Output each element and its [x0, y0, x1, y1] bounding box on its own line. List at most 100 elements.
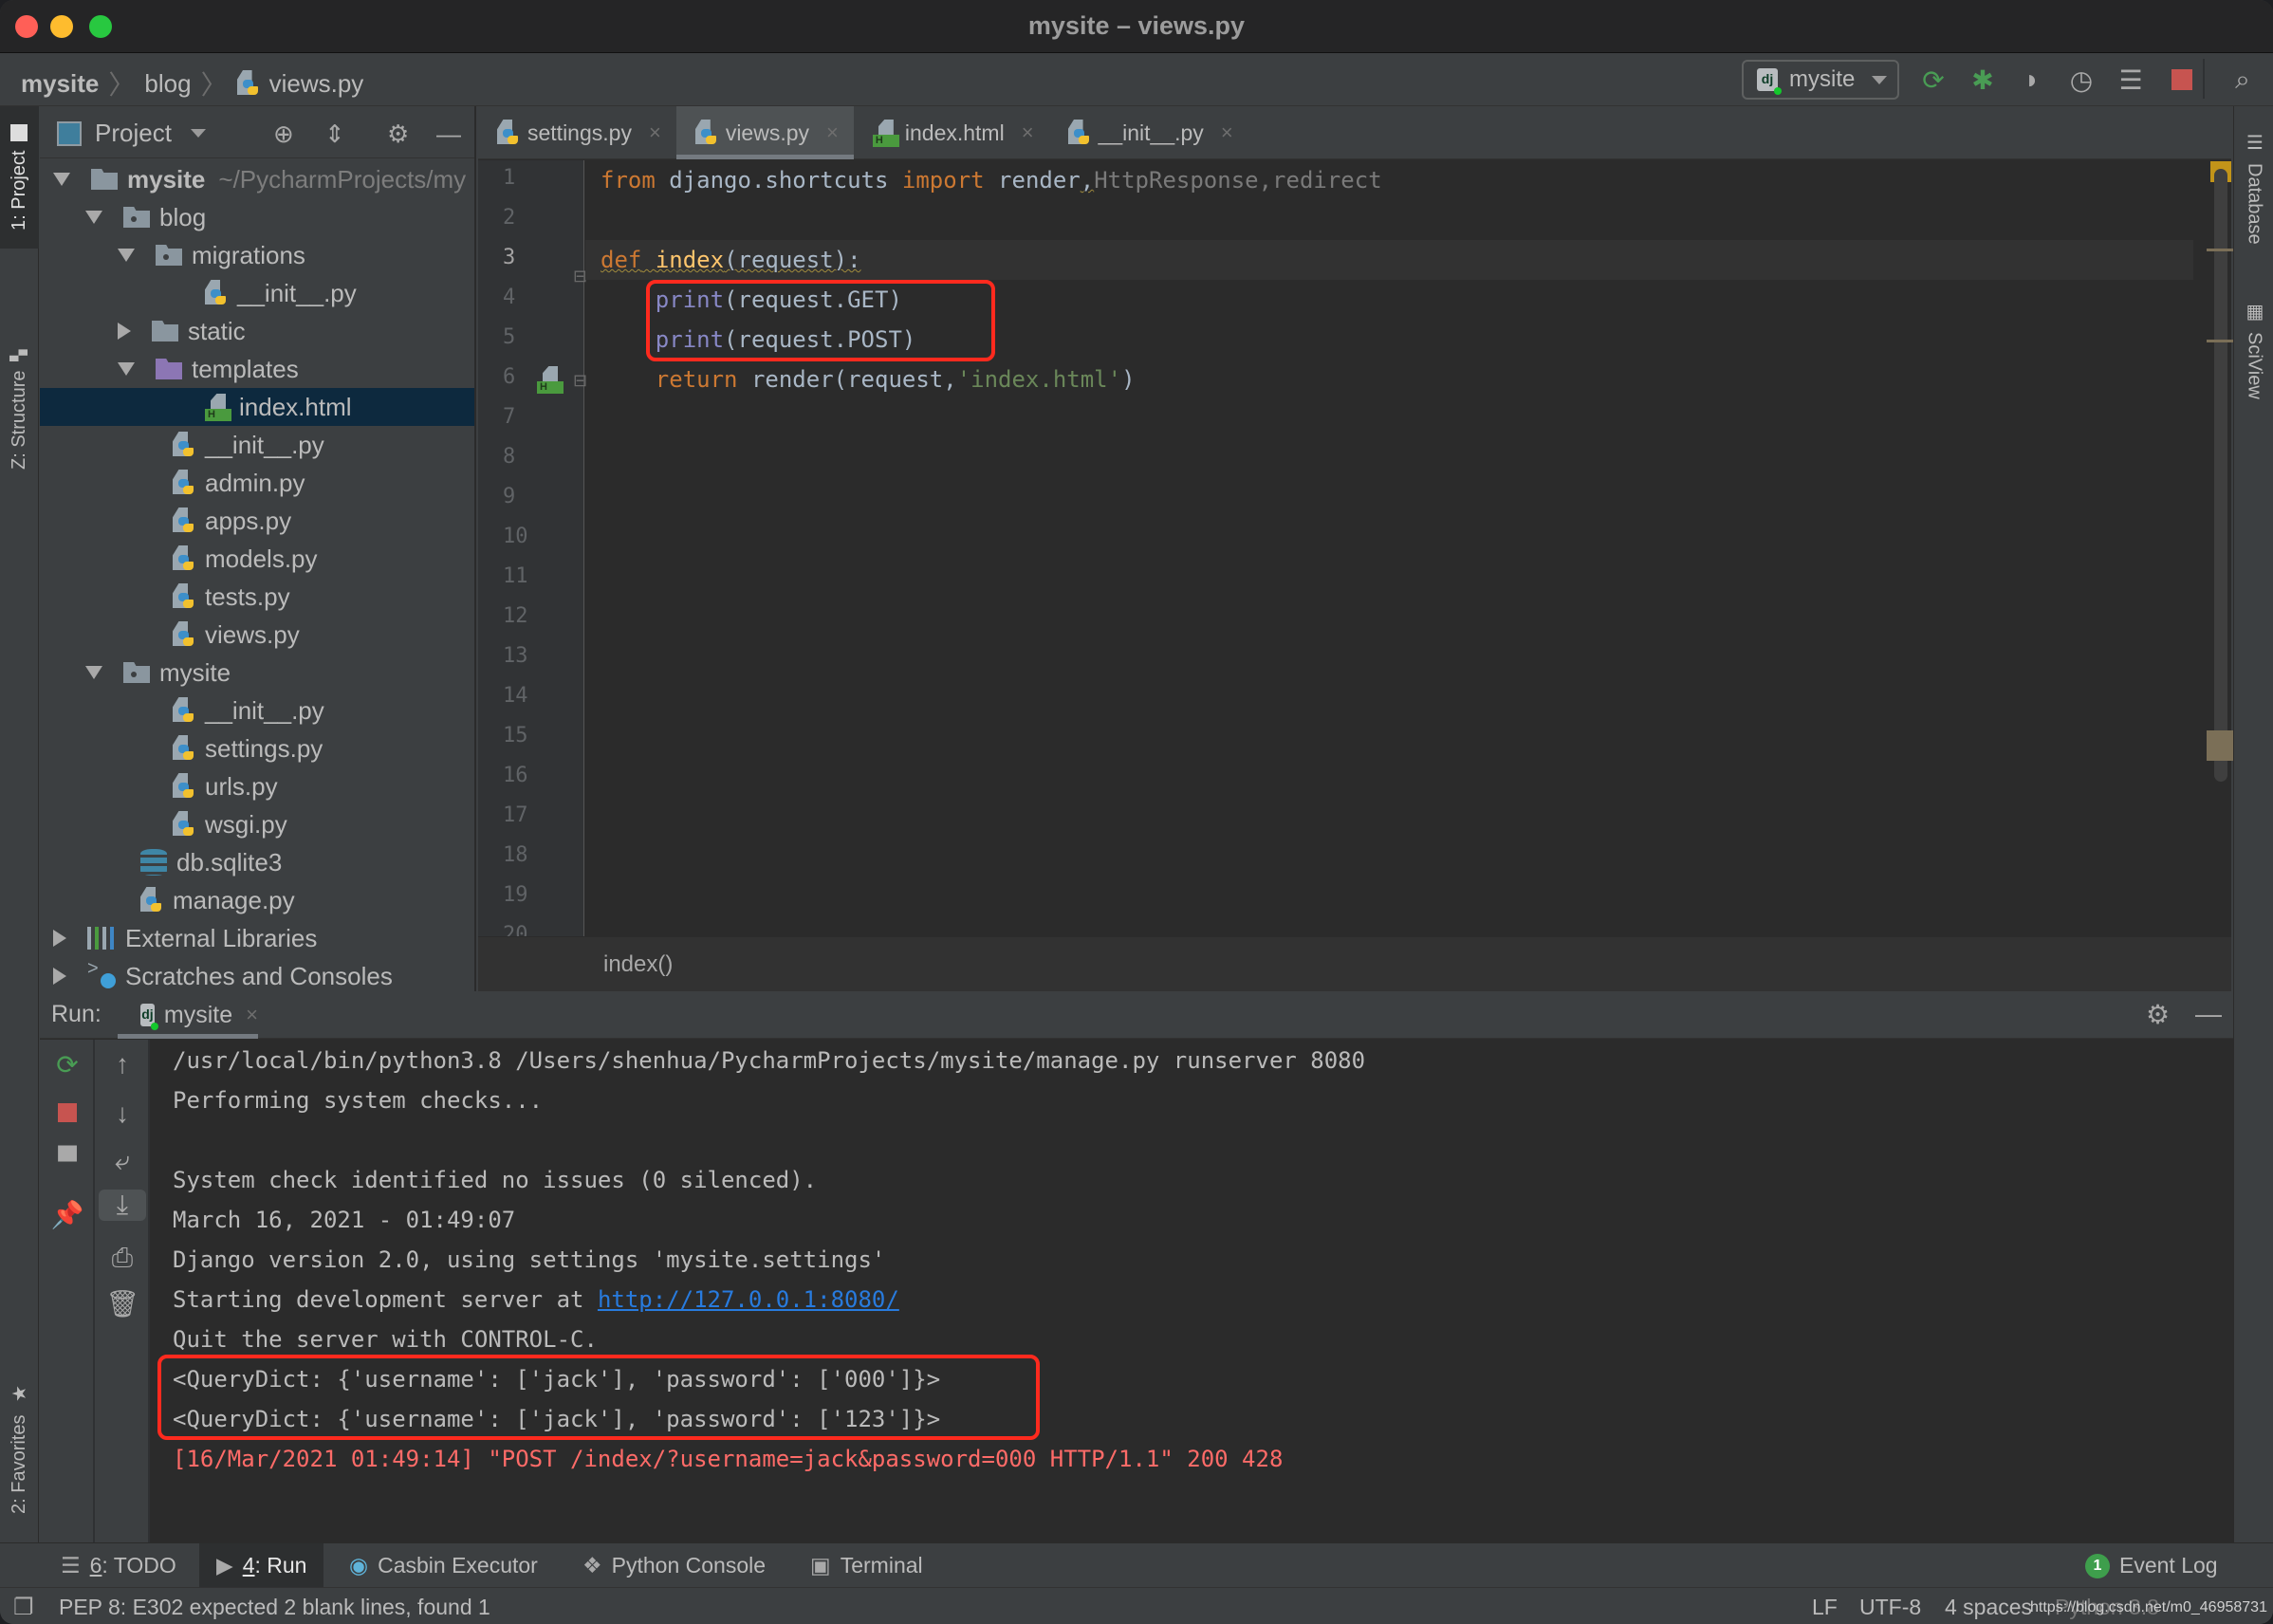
chevron-down-icon[interactable]: [53, 173, 70, 186]
chevron-right-icon[interactable]: [118, 323, 131, 340]
line-separator[interactable]: LF: [1812, 1595, 1838, 1620]
editor-tab[interactable]: __init__.py ×: [1049, 106, 1248, 159]
chevron-down-icon[interactable]: [118, 362, 135, 376]
stop-icon[interactable]: [2167, 65, 2197, 95]
tree-item[interactable]: static: [40, 312, 474, 350]
coverage-icon[interactable]: ◗: [2017, 65, 2047, 95]
tree-item[interactable]: mysite: [40, 654, 474, 692]
tab-project[interactable]: 1: Project: [0, 106, 39, 249]
rerun-icon[interactable]: ⟳: [1918, 65, 1949, 95]
chevron-down-icon[interactable]: [85, 666, 102, 679]
gear-icon[interactable]: ⚙: [387, 120, 409, 149]
soft-wrap-icon[interactable]: ⤶: [95, 1146, 150, 1177]
project-view-select[interactable]: Project: [57, 119, 206, 148]
print-icon[interactable]: ⎙: [95, 1243, 150, 1274]
tree-item[interactable]: db.sqlite3: [40, 843, 474, 881]
tab-favorites[interactable]: 2: Favorites ★: [0, 1358, 39, 1539]
tree-item[interactable]: External Libraries: [40, 919, 474, 957]
tree-item[interactable]: settings.py: [40, 729, 474, 767]
bottom-tab[interactable]: ☰ 6: TODO: [44, 1543, 194, 1588]
console-line: /usr/local/bin/python3.8 /Users/shenhua/…: [173, 1047, 1366, 1074]
tree-item[interactable]: mysite ~/PycharmProjects/my: [40, 160, 474, 198]
chevron-right-icon[interactable]: [53, 968, 66, 985]
function-breadcrumb[interactable]: index(): [603, 951, 673, 978]
tree-item[interactable]: migrations: [40, 236, 474, 274]
python-file-icon: [173, 470, 195, 496]
tree-item[interactable]: __init__.py: [40, 274, 474, 312]
tab-database[interactable]: ☰ Database: [2234, 123, 2273, 245]
tree-item[interactable]: wsgi.py: [40, 805, 474, 843]
editor-scrollbar[interactable]: [2214, 169, 2227, 782]
tree-item[interactable]: __init__.py: [40, 426, 474, 464]
left-tool-strip: 1: Project Z: Structure ▚ 2: Favorites ★: [0, 106, 39, 1542]
editor-tab[interactable]: views.py ×: [675, 106, 854, 159]
concurrency-icon[interactable]: ☰: [2116, 65, 2146, 95]
locate-icon[interactable]: ⊕: [273, 120, 294, 149]
line-number: 2: [503, 206, 516, 230]
toolbar-divider: [2203, 59, 2205, 99]
toggle-tool-windows-icon[interactable]: ❐: [13, 1594, 34, 1621]
tree-item[interactable]: Hindex.html: [40, 388, 474, 426]
bottom-tab[interactable]: ❖ Python Console: [565, 1543, 783, 1588]
bottom-tab-label: : TODO: [102, 1553, 176, 1578]
server-url-link[interactable]: http://127.0.0.1:8080/: [598, 1286, 899, 1313]
python-file-icon: [236, 70, 260, 97]
arrow-down-icon[interactable]: ↓: [95, 1098, 150, 1129]
indent-setting[interactable]: 4 spaces: [1945, 1595, 2032, 1620]
tree-item[interactable]: apps.py: [40, 502, 474, 540]
tree-item[interactable]: tests.py: [40, 578, 474, 616]
bottom-tab[interactable]: ▶ 4: Run: [199, 1543, 324, 1588]
tree-item-label: static: [188, 316, 246, 345]
tree-item[interactable]: blog: [40, 198, 474, 236]
editor-tabs: settings.py × views.py × Hindex.html × __init_…: [478, 106, 2231, 159]
console-output[interactable]: /usr/local/bin/python3.8 /Users/shenhua/…: [152, 1040, 2233, 1542]
run-tab-mysite[interactable]: dj mysite ×: [118, 991, 258, 1039]
tree-item[interactable]: Scratches and Consoles: [40, 957, 474, 995]
editor-tab[interactable]: Hindex.html ×: [854, 106, 1049, 159]
close-icon[interactable]: ×: [826, 120, 839, 145]
breadcrumb-project[interactable]: mysite: [21, 69, 99, 99]
tree-item[interactable]: admin.py: [40, 464, 474, 502]
close-icon[interactable]: ×: [1022, 120, 1034, 145]
code-area[interactable]: from django.shortcuts import render,Http…: [585, 160, 2193, 936]
hide-panel-icon[interactable]: —: [2195, 999, 2222, 1029]
file-encoding[interactable]: UTF-8: [1859, 1595, 1921, 1620]
close-icon[interactable]: ×: [246, 1003, 258, 1027]
breadcrumb-folder[interactable]: blog: [144, 69, 191, 99]
tree-item[interactable]: models.py: [40, 540, 474, 578]
run-configuration-select[interactable]: dj mysite: [1742, 60, 1899, 100]
close-icon[interactable]: ×: [1221, 120, 1233, 145]
gear-icon[interactable]: ⚙: [2146, 999, 2170, 1030]
debug-icon[interactable]: ✱: [1968, 65, 1998, 95]
tree-item[interactable]: urls.py: [40, 767, 474, 805]
close-icon[interactable]: ×: [649, 120, 661, 145]
bottom-tab[interactable]: ▣ Terminal: [793, 1543, 940, 1588]
tree-item[interactable]: templates: [40, 350, 474, 388]
tree-item-label: admin.py: [205, 468, 305, 497]
chevron-down-icon[interactable]: [118, 249, 135, 262]
pin-icon[interactable]: 📌: [40, 1199, 95, 1230]
python-file-icon: [173, 621, 195, 648]
tree-item[interactable]: views.py: [40, 616, 474, 654]
tree-item[interactable]: manage.py: [40, 881, 474, 919]
tab-structure[interactable]: Z: Structure ▚: [0, 277, 39, 543]
search-icon[interactable]: ⌕: [2227, 65, 2258, 95]
profile-icon[interactable]: ◷: [2066, 65, 2097, 95]
line-number: 14: [503, 684, 528, 708]
arrow-up-icon[interactable]: ↑: [95, 1049, 150, 1080]
stop-icon[interactable]: [40, 1098, 95, 1129]
bottom-tab[interactable]: ◉ Casbin Executor: [332, 1543, 555, 1588]
tab-sciview[interactable]: ▦ SciView: [2234, 292, 2273, 399]
breadcrumb-file[interactable]: views.py: [269, 69, 364, 99]
editor-tab[interactable]: settings.py ×: [478, 106, 676, 159]
scroll-to-end-icon[interactable]: ⤓: [99, 1190, 146, 1221]
rerun-icon[interactable]: ⟳: [40, 1049, 95, 1080]
tree-item[interactable]: __init__.py: [40, 692, 474, 729]
chevron-right-icon[interactable]: [53, 930, 66, 947]
chevron-down-icon[interactable]: [85, 211, 102, 224]
hide-panel-icon[interactable]: —: [436, 120, 461, 149]
layout-icon[interactable]: ▀: [40, 1146, 95, 1176]
event-log-button[interactable]: 1 Event Log: [2068, 1543, 2235, 1588]
trash-icon[interactable]: 🗑: [95, 1288, 150, 1320]
collapse-all-icon[interactable]: ⇕: [324, 120, 345, 149]
